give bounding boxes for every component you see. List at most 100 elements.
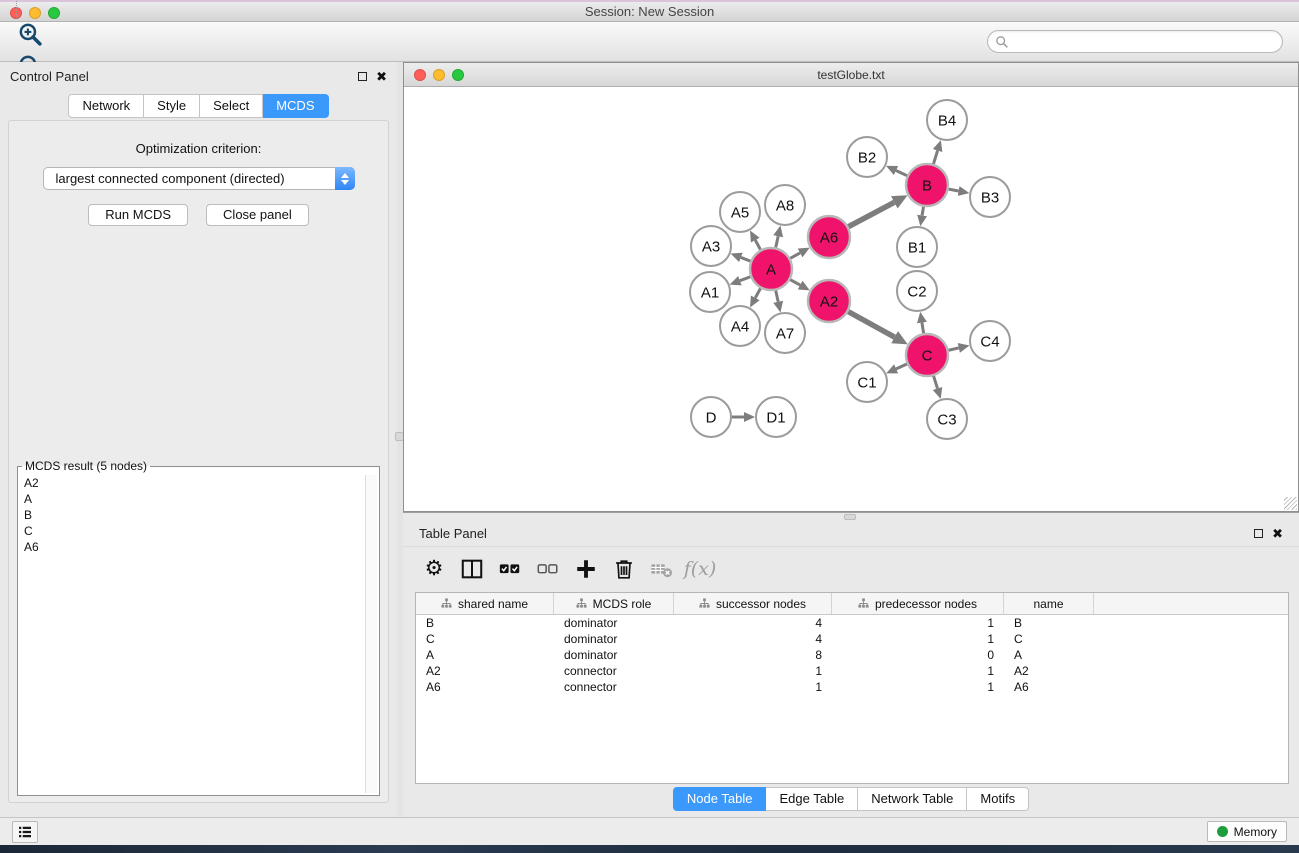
graph-node-C4[interactable]: C4 xyxy=(970,321,1010,361)
resize-grip-icon[interactable] xyxy=(1284,497,1297,510)
result-item[interactable]: A xyxy=(20,491,365,507)
cell-name[interactable]: A6 xyxy=(1004,680,1094,694)
edge-C-C3[interactable] xyxy=(934,376,938,388)
cell-shared-name[interactable]: B xyxy=(416,616,554,630)
edge-A-A7[interactable] xyxy=(776,290,778,301)
column-header-successor-nodes[interactable]: successor nodes xyxy=(674,593,832,614)
cell-predecessor-nodes[interactable]: 1 xyxy=(832,616,1004,630)
cell-shared-name[interactable]: A xyxy=(416,648,554,662)
tab-motifs[interactable]: Motifs xyxy=(967,787,1029,811)
graph-node-C1[interactable]: C1 xyxy=(847,362,887,402)
unselect-all-icon[interactable] xyxy=(531,552,565,586)
table-row[interactable]: Adominator80A xyxy=(416,647,1288,663)
graph-node-A7[interactable]: A7 xyxy=(765,313,805,353)
float-panel-icon[interactable] xyxy=(1254,529,1263,538)
result-item[interactable]: A6 xyxy=(20,539,365,555)
edge-C-C4[interactable] xyxy=(948,348,958,350)
task-history-button[interactable] xyxy=(12,821,38,843)
graph-node-C3[interactable]: C3 xyxy=(927,399,967,439)
table-row[interactable]: Bdominator41B xyxy=(416,615,1288,631)
close-panel-icon[interactable]: ✖ xyxy=(1272,527,1283,540)
run-mcds-button[interactable]: Run MCDS xyxy=(88,204,188,226)
cell-predecessor-nodes[interactable]: 0 xyxy=(832,648,1004,662)
graph-node-A3[interactable]: A3 xyxy=(691,226,731,266)
delete-table-icon[interactable] xyxy=(645,552,679,586)
memory-button[interactable]: Memory xyxy=(1207,821,1287,842)
cell-successor-nodes[interactable]: 1 xyxy=(674,664,832,678)
cell-name[interactable]: A xyxy=(1004,648,1094,662)
cell-MCDS-role[interactable]: dominator xyxy=(554,648,674,662)
edge-A-A8[interactable] xyxy=(776,236,778,247)
graph-node-C[interactable]: C xyxy=(906,334,948,376)
cell-shared-name[interactable]: A6 xyxy=(416,680,554,694)
edge-A6-B[interactable] xyxy=(848,202,894,226)
tab-select[interactable]: Select xyxy=(200,94,263,118)
cell-successor-nodes[interactable]: 8 xyxy=(674,648,832,662)
graph-node-D1[interactable]: D1 xyxy=(756,397,796,437)
cell-MCDS-role[interactable]: dominator xyxy=(554,616,674,630)
cell-predecessor-nodes[interactable]: 1 xyxy=(832,664,1004,678)
graph-node-A1[interactable]: A1 xyxy=(690,272,730,312)
graph-node-B[interactable]: B xyxy=(906,164,948,206)
maximize-network-button[interactable] xyxy=(452,69,464,81)
network-canvas[interactable]: B4B2BB3A8A5A6A3B1AC2A1A2A4A7C4CC1DD1C3 xyxy=(404,87,1298,511)
close-panel-button[interactable]: Close panel xyxy=(206,204,309,226)
cell-predecessor-nodes[interactable]: 1 xyxy=(832,632,1004,646)
graph-node-B3[interactable]: B3 xyxy=(970,177,1010,217)
network-graph[interactable]: B4B2BB3A8A5A6A3B1AC2A1A2A4A7C4CC1DD1C3 xyxy=(404,87,1298,511)
result-item[interactable]: C xyxy=(20,523,365,539)
edge-A-A6[interactable] xyxy=(790,253,800,258)
column-header-predecessor-nodes[interactable]: predecessor nodes xyxy=(832,593,1004,614)
zoom-in-icon[interactable] xyxy=(10,19,50,51)
cell-shared-name[interactable]: C xyxy=(416,632,554,646)
float-panel-icon[interactable] xyxy=(358,72,367,81)
tab-network-table[interactable]: Network Table xyxy=(858,787,967,811)
cell-shared-name[interactable]: A2 xyxy=(416,664,554,678)
graph-node-A2[interactable]: A2 xyxy=(808,280,850,322)
close-network-button[interactable] xyxy=(414,69,426,81)
close-panel-icon[interactable]: ✖ xyxy=(376,70,387,83)
table-row[interactable]: A2connector11A2 xyxy=(416,663,1288,679)
cell-predecessor-nodes[interactable]: 1 xyxy=(832,680,1004,694)
column-header-MCDS-role[interactable]: MCDS role xyxy=(554,593,674,614)
cell-successor-nodes[interactable]: 4 xyxy=(674,632,832,646)
column-header-name[interactable]: name xyxy=(1004,593,1094,614)
network-window-titlebar[interactable]: testGlobe.txt xyxy=(404,63,1298,87)
cell-MCDS-role[interactable]: connector xyxy=(554,664,674,678)
tab-network[interactable]: Network xyxy=(68,94,144,118)
edge-B-B3[interactable] xyxy=(949,189,959,191)
graph-node-B1[interactable]: B1 xyxy=(897,227,937,267)
cell-name[interactable]: B xyxy=(1004,616,1094,630)
cell-successor-nodes[interactable]: 1 xyxy=(674,680,832,694)
tab-style[interactable]: Style xyxy=(144,94,200,118)
result-item[interactable]: A2 xyxy=(20,475,365,491)
edge-A-A2[interactable] xyxy=(790,280,800,285)
tab-edge-table[interactable]: Edge Table xyxy=(766,787,858,811)
table-settings-icon[interactable]: ⚙ xyxy=(417,552,451,586)
cell-name[interactable]: A2 xyxy=(1004,664,1094,678)
table-row[interactable]: A6connector11A6 xyxy=(416,679,1288,695)
search-field[interactable] xyxy=(987,30,1283,53)
edge-C-C2[interactable] xyxy=(922,323,924,334)
criterion-dropdown[interactable]: largest connected component (directed) xyxy=(43,167,355,190)
split-panel-icon[interactable] xyxy=(455,552,489,586)
select-all-icon[interactable] xyxy=(493,552,527,586)
graph-node-A5[interactable]: A5 xyxy=(720,192,760,232)
result-scrollbar[interactable] xyxy=(365,475,377,793)
graph-node-A[interactable]: A xyxy=(750,248,792,290)
edge-A-A4[interactable] xyxy=(755,288,760,298)
cell-MCDS-role[interactable]: dominator xyxy=(554,632,674,646)
dropdown-stepper-icon[interactable] xyxy=(335,167,355,190)
function-builder-icon[interactable]: f(x) xyxy=(683,552,717,586)
graph-node-B4[interactable]: B4 xyxy=(927,100,967,140)
edge-A-A3[interactable] xyxy=(741,257,751,261)
edge-B-B1[interactable] xyxy=(922,207,923,216)
graph-node-B2[interactable]: B2 xyxy=(847,137,887,177)
cell-name[interactable]: C xyxy=(1004,632,1094,646)
edge-A-A1[interactable] xyxy=(740,277,750,281)
edge-A-A5[interactable] xyxy=(755,240,760,250)
add-column-icon[interactable] xyxy=(569,552,603,586)
panel-divider-horizontal[interactable] xyxy=(403,512,1299,520)
column-header-shared-name[interactable]: shared name xyxy=(416,593,554,614)
search-input[interactable] xyxy=(1009,33,1282,51)
